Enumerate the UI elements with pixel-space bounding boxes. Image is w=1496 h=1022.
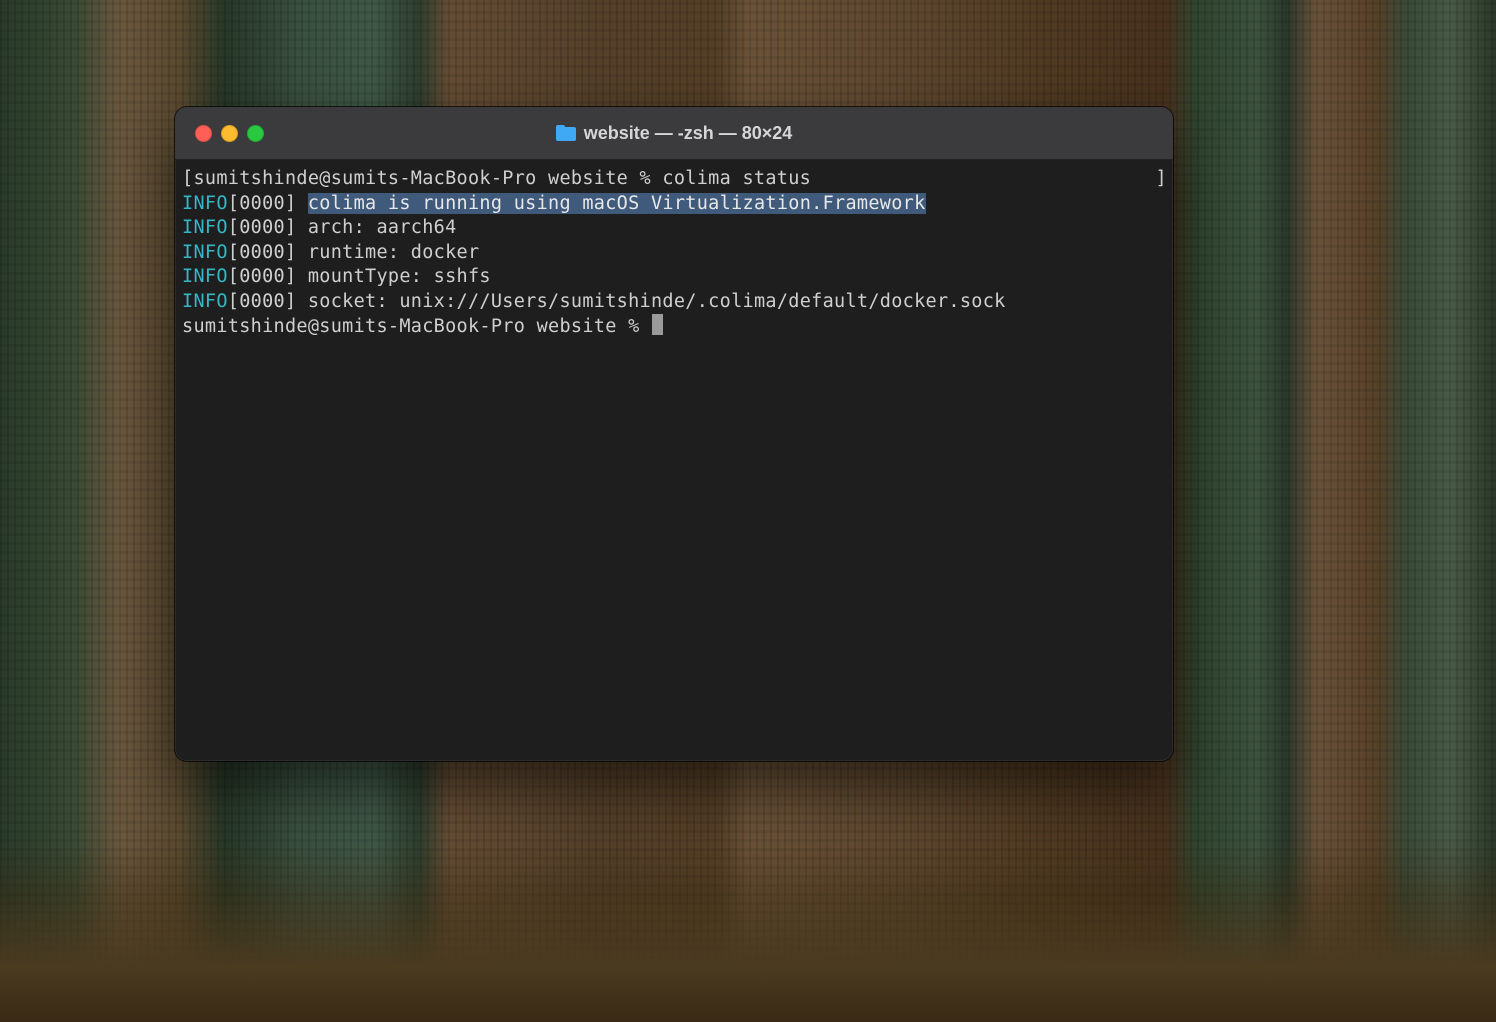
log-code: [0000] <box>228 217 297 238</box>
prompt-command: colima status <box>662 168 811 189</box>
log-text-highlighted[interactable]: colima is running using macOS Virtualiza… <box>308 193 926 214</box>
cursor-icon <box>652 314 663 335</box>
titlebar[interactable]: website — -zsh — 80×24 <box>175 107 1173 160</box>
terminal-body[interactable]: [sumitshinde@sumits-MacBook-Pro website … <box>175 160 1173 346</box>
desktop-wallpaper: website — -zsh — 80×24 [sumitshinde@sumi… <box>0 0 1496 1022</box>
log-text: arch: aarch64 <box>308 217 457 238</box>
log-level: INFO <box>182 242 228 263</box>
log-level: INFO <box>182 193 228 214</box>
prompt-user-host: sumitshinde@sumits-MacBook-Pro website % <box>182 316 651 337</box>
log-code: [0000] <box>228 266 297 287</box>
folder-icon <box>556 125 576 141</box>
prompt-open-bracket: [ <box>182 168 193 189</box>
log-text: mountType: sshfs <box>308 266 491 287</box>
close-icon[interactable] <box>195 125 212 142</box>
log-level: INFO <box>182 291 228 312</box>
log-code: [0000] <box>228 291 297 312</box>
minimize-icon[interactable] <box>221 125 238 142</box>
terminal-window: website — -zsh — 80×24 [sumitshinde@sumi… <box>175 107 1173 761</box>
log-level: INFO <box>182 266 228 287</box>
log-text: runtime: docker <box>308 242 480 263</box>
window-title: website — -zsh — 80×24 <box>175 123 1173 144</box>
log-code: [0000] <box>228 193 297 214</box>
log-text: socket: unix:///Users/sumitshinde/.colim… <box>308 291 1006 312</box>
window-title-text: website — -zsh — 80×24 <box>584 123 793 144</box>
zoom-icon[interactable] <box>247 125 264 142</box>
log-code: [0000] <box>228 242 297 263</box>
traffic-lights <box>195 125 264 142</box>
prompt-user-host: sumitshinde@sumits-MacBook-Pro website % <box>193 168 662 189</box>
log-level: INFO <box>182 217 228 238</box>
prompt-close-bracket: ] <box>1156 167 1167 192</box>
